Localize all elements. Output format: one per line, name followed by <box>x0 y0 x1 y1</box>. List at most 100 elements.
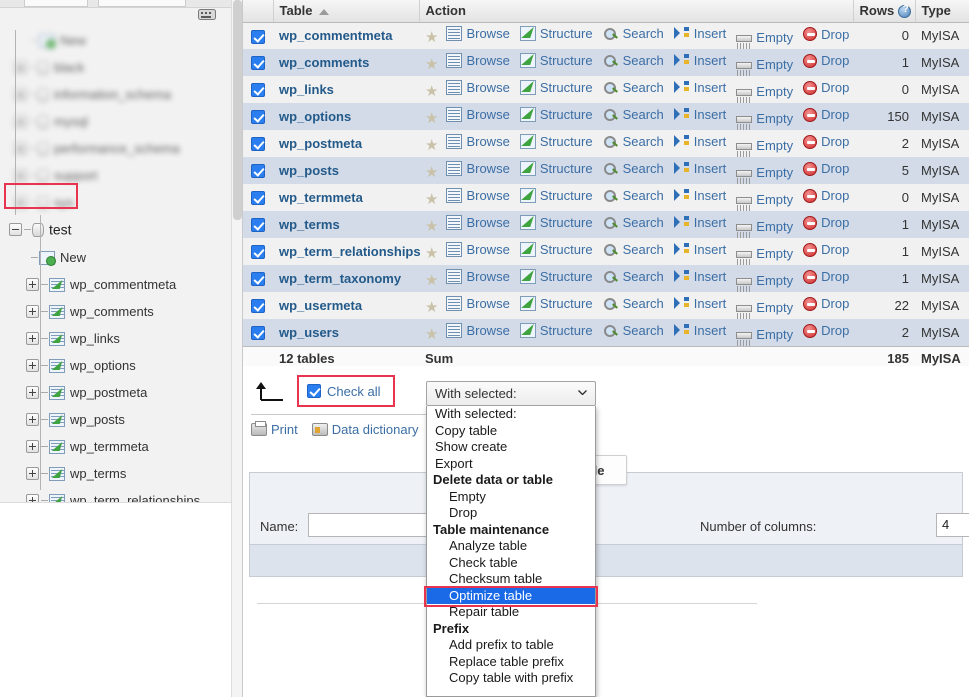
header-rows[interactable]: Rows <box>853 0 916 23</box>
action-empty[interactable]: Empty <box>736 300 793 319</box>
action-browse[interactable]: Browse <box>446 52 510 68</box>
sidebar-item-mysql[interactable]: mysql <box>0 107 232 134</box>
sidebar-table-wp_options[interactable]: wp_options <box>0 351 232 378</box>
favorite-star-icon[interactable]: ★ <box>425 138 438 153</box>
dropdown-option-empty[interactable]: Empty <box>427 489 595 506</box>
help-icon[interactable] <box>898 4 912 19</box>
expand-icon[interactable] <box>26 413 39 427</box>
print-link[interactable]: Print <box>251 421 298 437</box>
row-checkbox-cell[interactable] <box>243 265 273 292</box>
row-checkbox[interactable] <box>251 245 265 260</box>
sidebar-table-wp_posts[interactable]: wp_posts <box>0 405 232 432</box>
row-checkbox-cell[interactable] <box>243 184 273 211</box>
sidebar-scrollbar[interactable] <box>231 0 242 697</box>
data-dictionary-link[interactable]: Data dictionary <box>311 422 418 437</box>
action-insert[interactable]: Insert <box>673 215 726 230</box>
action-search[interactable]: Search <box>603 161 664 176</box>
favorite-star-icon[interactable]: ★ <box>425 30 438 45</box>
with-selected-select[interactable]: With selected: <box>426 381 596 406</box>
action-insert[interactable]: Insert <box>673 107 726 122</box>
action-empty[interactable]: Empty <box>736 273 793 292</box>
action-insert[interactable]: Insert <box>673 26 726 41</box>
row-checkbox-cell[interactable] <box>243 76 273 103</box>
check-all-checkbox[interactable] <box>307 384 321 398</box>
favorite-star-icon[interactable]: ★ <box>425 111 438 126</box>
sidebar-item-support[interactable]: support <box>0 161 232 188</box>
action-browse[interactable]: Browse <box>446 187 510 203</box>
collapse-icon[interactable] <box>9 223 22 237</box>
action-empty[interactable]: Empty <box>736 57 793 76</box>
action-drop[interactable]: Drop <box>803 80 849 95</box>
sidebar-scrollbar-thumb[interactable] <box>233 0 242 220</box>
row-checkbox[interactable] <box>251 218 265 233</box>
dropdown-option-copy-table[interactable]: Copy table <box>427 423 595 440</box>
row-checkbox[interactable] <box>251 326 265 341</box>
action-drop[interactable]: Drop <box>803 107 849 122</box>
action-structure[interactable]: Structure <box>519 187 593 203</box>
expand-icon[interactable] <box>26 305 39 319</box>
row-checkbox-cell[interactable] <box>243 157 273 184</box>
sidebar-tab-b[interactable] <box>98 0 186 7</box>
sidebar-table-wp_links[interactable]: wp_links <box>0 324 232 351</box>
action-empty[interactable]: Empty <box>736 138 793 157</box>
expand-icon[interactable] <box>26 359 39 373</box>
expand-icon[interactable] <box>26 332 39 346</box>
action-empty[interactable]: Empty <box>736 84 793 103</box>
favorite-star-icon[interactable]: ★ <box>425 300 438 315</box>
action-insert[interactable]: Insert <box>673 242 726 257</box>
action-insert[interactable]: Insert <box>673 323 726 338</box>
row-checkbox-cell[interactable] <box>243 22 273 49</box>
columns-input[interactable]: 4 <box>936 513 969 537</box>
sidebar-table-wp_commentmeta[interactable]: wp_commentmeta <box>0 270 232 297</box>
row-checkbox-cell[interactable] <box>243 49 273 76</box>
dropdown-option-repair-table[interactable]: Repair table <box>427 604 595 621</box>
action-browse[interactable]: Browse <box>446 133 510 149</box>
dropdown-option-optimize-table[interactable]: Optimize table <box>427 587 595 604</box>
action-drop[interactable]: Drop <box>803 323 849 338</box>
action-drop[interactable]: Drop <box>803 242 849 257</box>
action-browse[interactable]: Browse <box>446 160 510 176</box>
action-structure[interactable]: Structure <box>519 52 593 68</box>
favorite-star-icon[interactable]: ★ <box>425 219 438 234</box>
action-search[interactable]: Search <box>603 188 664 203</box>
action-browse[interactable]: Browse <box>446 295 510 311</box>
row-checkbox-cell[interactable] <box>243 103 273 130</box>
row-table-name-cell[interactable]: wp_comments <box>273 49 419 76</box>
expand-icon[interactable] <box>26 386 39 400</box>
sidebar-table-wp_comments[interactable]: wp_comments <box>0 297 232 324</box>
expand-icon[interactable] <box>26 467 39 481</box>
sidebar-table-wp_terms[interactable]: wp_terms <box>0 459 232 486</box>
sidebar-item-sys[interactable]: sys <box>0 188 232 215</box>
row-table-name-cell[interactable]: wp_postmeta <box>273 130 419 157</box>
row-checkbox[interactable] <box>251 29 265 44</box>
action-empty[interactable]: Empty <box>736 219 793 238</box>
action-insert[interactable]: Insert <box>673 53 726 68</box>
action-insert[interactable]: Insert <box>673 269 726 284</box>
dropdown-option-copy-table-with-prefix[interactable]: Copy table with prefix <box>427 670 595 687</box>
row-checkbox-cell[interactable] <box>243 130 273 157</box>
row-checkbox[interactable] <box>251 299 265 314</box>
action-search[interactable]: Search <box>603 80 664 95</box>
header-table[interactable]: Table <box>273 0 420 23</box>
action-structure[interactable]: Structure <box>519 133 593 149</box>
action-structure[interactable]: Structure <box>519 26 593 42</box>
action-empty[interactable]: Empty <box>736 246 793 265</box>
row-checkbox[interactable] <box>251 191 265 206</box>
action-browse[interactable]: Browse <box>446 214 510 230</box>
sidebar-item-black[interactable]: black <box>0 53 232 80</box>
action-drop[interactable]: Drop <box>803 53 849 68</box>
action-empty[interactable]: Empty <box>736 327 793 346</box>
action-search[interactable]: Search <box>603 242 664 257</box>
row-table-name-cell[interactable]: wp_commentmeta <box>273 22 419 49</box>
dropdown-option-add-prefix-to-table[interactable]: Add prefix to table <box>427 637 595 654</box>
favorite-star-icon[interactable]: ★ <box>425 84 438 99</box>
dropdown-option-export[interactable]: Export <box>427 456 595 473</box>
action-search[interactable]: Search <box>603 323 664 338</box>
sidebar-table-wp_postmeta[interactable]: wp_postmeta <box>0 378 232 405</box>
row-checkbox[interactable] <box>251 83 265 98</box>
row-checkbox[interactable] <box>251 137 265 152</box>
row-checkbox[interactable] <box>251 164 265 179</box>
dropdown-option-analyze-table[interactable]: Analyze table <box>427 538 595 555</box>
action-empty[interactable]: Empty <box>736 165 793 184</box>
dropdown-option-replace-table-prefix[interactable]: Replace table prefix <box>427 654 595 671</box>
